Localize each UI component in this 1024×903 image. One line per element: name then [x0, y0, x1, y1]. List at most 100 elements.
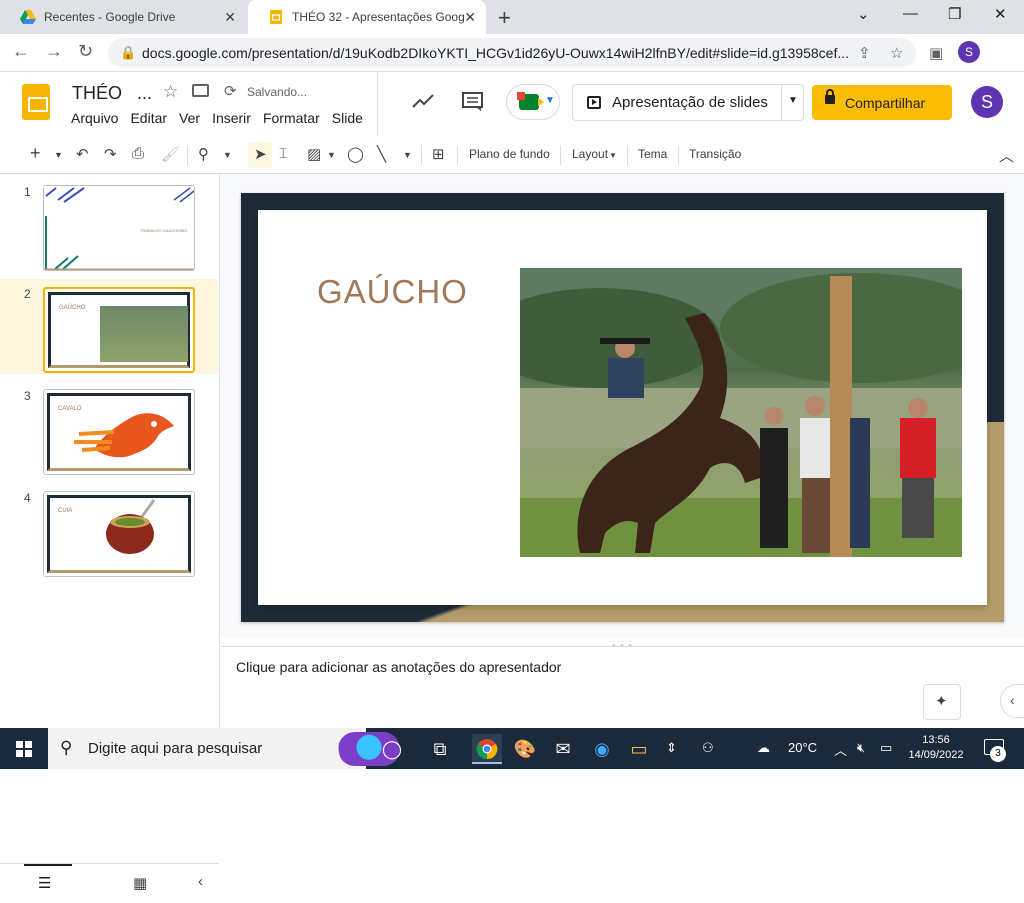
paint-palette-icon[interactable]: 🎨	[510, 734, 540, 764]
chrome-icon[interactable]	[472, 734, 502, 764]
tray-chevron-up-icon[interactable]: ︿	[834, 740, 847, 759]
present-button[interactable]: Apresentação de slides ▼	[572, 84, 804, 121]
slide-preview: CAVALO	[43, 389, 195, 475]
grid-view-icon[interactable]: ▦	[133, 874, 147, 892]
explore-button[interactable]	[923, 684, 961, 720]
slide-thumbnail-2[interactable]: 2 GAÚCHO	[0, 279, 218, 374]
url-text: docs.google.com/presentation/d/19uKodb2D…	[142, 45, 850, 61]
toolbar-separator	[560, 145, 561, 165]
text-box-icon[interactable]: ⌶	[279, 145, 287, 162]
background-button[interactable]: Plano de fundo	[469, 147, 550, 161]
meet-button[interactable]: ▼	[506, 84, 560, 120]
close-tab-icon[interactable]: ✕	[224, 9, 236, 26]
slide-thumbnail-4[interactable]: 4 CUIA	[0, 483, 218, 578]
shape-icon[interactable]: ◯	[347, 145, 364, 163]
url-input[interactable]: 🔒 docs.google.com/presentation/d/19uKodb…	[108, 38, 916, 68]
current-slide[interactable]: GAÚCHO	[241, 193, 1004, 622]
system-clock[interactable]: 13:56 14/09/2022	[905, 733, 967, 763]
close-window-icon[interactable]: ✕	[994, 5, 1007, 23]
move-to-folder-icon[interactable]	[192, 84, 209, 97]
speaker-notes[interactable]: Clique para adicionar as anotações do ap…	[221, 646, 1024, 728]
side-panel-icon[interactable]: ▣	[929, 44, 943, 62]
redo-icon[interactable]: ↷	[104, 145, 117, 163]
tab-slides[interactable]: THÉO 32 - Apresentações Google ✕	[248, 0, 486, 34]
zoom-icon[interactable]: ⚲	[198, 145, 209, 163]
weather-cloud-icon: ☁	[757, 740, 770, 755]
forward-icon[interactable]: →	[45, 41, 63, 62]
menu-formatar[interactable]: Formatar	[263, 110, 320, 126]
network-icon[interactable]: ▭	[880, 740, 892, 756]
insert-image-icon[interactable]: ▨	[307, 145, 321, 163]
line-chevron-icon[interactable]: ▼	[403, 150, 412, 160]
slide-thumbnail-title: GAÚCHO	[59, 305, 86, 311]
windows-start-icon[interactable]	[16, 741, 32, 757]
transition-button[interactable]: Transição	[689, 147, 741, 161]
tab-google-drive[interactable]: Recentes - Google Drive ✕	[0, 0, 246, 34]
share-page-icon[interactable]: ⇪	[858, 44, 871, 62]
new-slide-layout-chevron-icon[interactable]: ▼	[54, 150, 63, 160]
filmstrip-footer: ☰ ▦ ‹	[0, 863, 219, 903]
select-cursor-icon[interactable]: ➤	[254, 145, 267, 163]
slide-heading[interactable]: GAÚCHO	[317, 273, 468, 311]
gaucho-rodeo-photo[interactable]	[520, 268, 962, 557]
collapse-filmstrip-chevron-icon[interactable]: ‹	[198, 873, 203, 890]
menu-slide[interactable]: Slide	[332, 110, 363, 126]
theme-button[interactable]: Tema	[638, 147, 667, 161]
bookmark-star-icon[interactable]: ☆	[890, 44, 903, 62]
present-options-chevron-icon[interactable]: ▼	[788, 95, 798, 106]
tab-search-icon[interactable]: ⌄	[857, 5, 870, 23]
mail-icon[interactable]: ✉	[548, 734, 578, 764]
slide-thumbnail-1[interactable]: 1 TRABALHO GAUCHISMO	[0, 177, 218, 272]
editing-toolbar: + ▼ ↶ ↷ ⎙ 🖌 ⚲ ▼ ➤ ⌶ ▨ ▼ ◯ ╲ ▼ ⊞ Plano de…	[0, 136, 1024, 174]
line-icon[interactable]: ╲	[377, 145, 386, 163]
volume-muted-icon[interactable]: 🔇︎	[857, 740, 865, 756]
comments-icon[interactable]	[462, 92, 484, 118]
weather-temperature[interactable]: 20°C	[788, 740, 817, 755]
widgets-icon[interactable]: ⧉	[425, 734, 455, 764]
add-comment-icon[interactable]: ⊞	[432, 145, 445, 163]
share-button[interactable]: Compartilhar	[812, 85, 952, 120]
filmstrip-view-icon[interactable]: ☰	[38, 874, 51, 892]
menu-arquivo[interactable]: Arquivo	[71, 110, 118, 126]
people-icon[interactable]: ⚇	[702, 740, 714, 756]
menu-editar[interactable]: Editar	[130, 110, 167, 126]
header-divider	[377, 72, 378, 136]
reload-icon[interactable]: ↻	[78, 41, 93, 62]
new-slide-plus-icon[interactable]: +	[30, 143, 41, 164]
horse-logo-image	[74, 413, 174, 458]
layout-button[interactable]: Layout	[572, 147, 608, 161]
menu-ver[interactable]: Ver	[179, 110, 200, 126]
undo-icon[interactable]: ↶	[76, 145, 89, 163]
back-icon[interactable]: ←	[12, 41, 30, 62]
edge-icon[interactable]: ◉	[587, 734, 617, 764]
tab-title: THÉO 32 - Apresentações Google	[292, 10, 464, 24]
user-avatar[interactable]: S	[971, 86, 1003, 118]
slide-thumbnail-3[interactable]: 3 CAVALO	[0, 381, 218, 476]
close-tab-icon[interactable]: ✕	[464, 9, 476, 26]
slide-filmstrip: 1 TRABALHO GAUCHISMO 2 GAÚCHO 3 CAVALO 4…	[0, 175, 220, 903]
windows-taskbar: ⚲ Digite aqui para pesquisar ◯ ⧉ 🎨 ✉ ◉ ▭…	[0, 728, 1024, 769]
collapse-menus-chevron-up-icon[interactable]: ︿	[999, 145, 1014, 166]
browser-profile-avatar[interactable]: S	[958, 41, 980, 63]
browser-tab-strip: Recentes - Google Drive ✕ THÉO 32 - Apre…	[0, 0, 1024, 34]
new-tab-icon[interactable]: +	[498, 5, 511, 31]
minimize-icon[interactable]: —	[903, 5, 918, 22]
taskbar-search-input[interactable]: ⚲ Digite aqui para pesquisar	[48, 728, 400, 769]
speaker-notes-placeholder: Clique para adicionar as anotações do ap…	[236, 659, 562, 675]
task-view-icon[interactable]: ◯	[377, 734, 407, 764]
file-explorer-icon[interactable]: ▭	[624, 734, 654, 764]
menu-inserir[interactable]: Inserir	[212, 110, 251, 126]
present-divider	[781, 85, 782, 120]
document-title[interactable]: THÉO ...	[72, 83, 152, 104]
restore-icon[interactable]: ❐	[948, 5, 961, 23]
activity-trend-icon[interactable]	[412, 92, 434, 115]
image-chevron-icon[interactable]: ▼	[327, 150, 336, 160]
notification-count-badge: 3	[990, 746, 1006, 762]
print-icon[interactable]: ⎙	[132, 145, 144, 162]
taskbar-scroll-icon[interactable]: ⇕	[666, 740, 677, 756]
layout-chevron-icon[interactable]: ▼	[609, 151, 617, 160]
star-icon[interactable]: ☆	[163, 82, 178, 102]
slides-logo-icon[interactable]	[22, 84, 50, 120]
zoom-chevron-icon[interactable]: ▼	[223, 150, 232, 160]
paint-format-icon[interactable]: 🖌	[161, 145, 180, 163]
